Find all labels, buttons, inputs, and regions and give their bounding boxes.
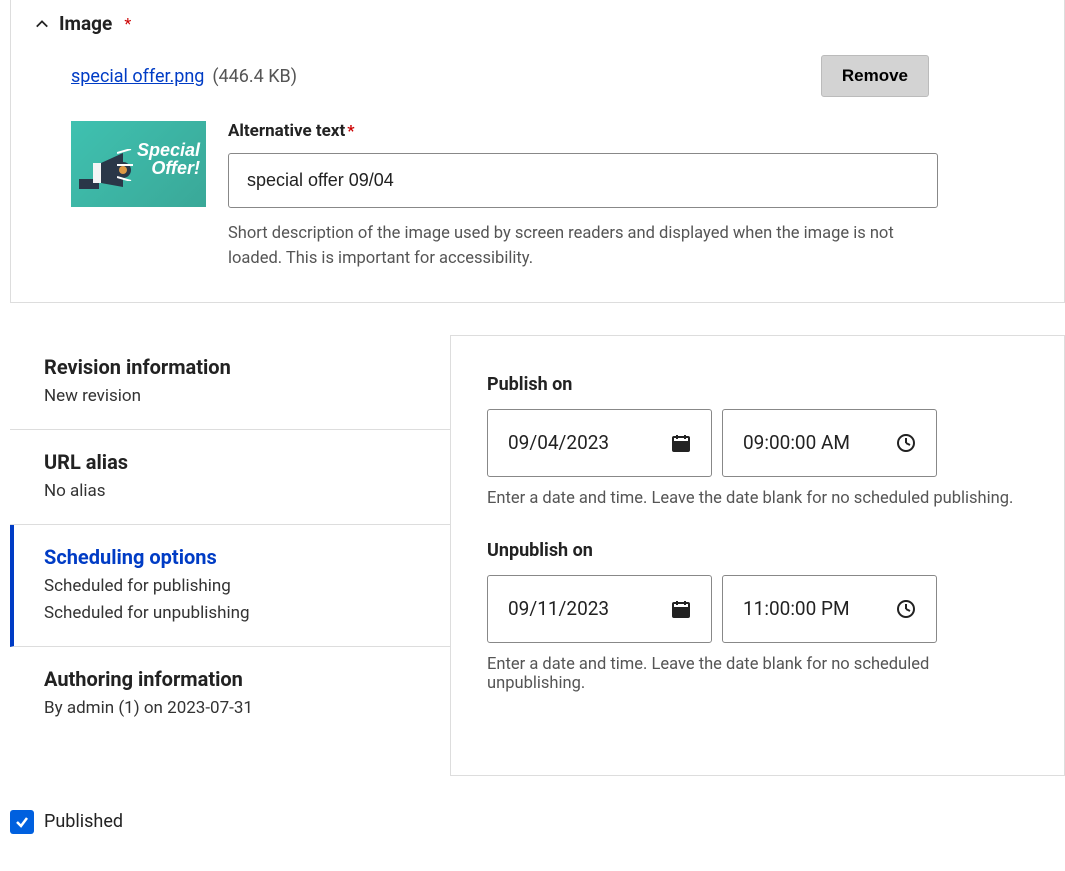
remove-button[interactable]: Remove bbox=[821, 55, 929, 97]
tab-subtitle: New revision bbox=[44, 383, 416, 409]
vertical-tabs: Revision information New revision URL al… bbox=[10, 335, 450, 742]
alt-text-label: Alternative text* bbox=[228, 121, 938, 141]
unpublish-help-text: Enter a date and time. Leave the date bl… bbox=[487, 655, 1028, 693]
tab-title: Scheduling options bbox=[44, 545, 416, 569]
tab-subtitle: Scheduled for publishing bbox=[44, 573, 416, 599]
image-section-panel: Image * special offer.png (446.4 KB) Rem… bbox=[10, 0, 1065, 303]
image-thumbnail[interactable]: Special Offer! bbox=[71, 121, 206, 207]
file-size: (446.4 KB) bbox=[212, 66, 297, 87]
unpublish-date-input[interactable]: 09/11/2023 bbox=[487, 575, 712, 643]
tab-subtitle: No alias bbox=[44, 478, 416, 504]
clock-icon bbox=[896, 433, 916, 453]
publish-time-input[interactable]: 09:00:00 AM bbox=[722, 409, 937, 477]
file-link[interactable]: special offer.png bbox=[71, 66, 204, 87]
lower-section: Revision information New revision URL al… bbox=[10, 335, 1065, 776]
tab-title: Revision information bbox=[44, 355, 416, 379]
image-section-header[interactable]: Image * bbox=[11, 0, 1064, 47]
scheduling-panel: Publish on 09/04/2023 09:00:00 AM bbox=[450, 335, 1065, 776]
unpublish-on-group: Unpublish on 09/11/2023 11:00:00 PM bbox=[487, 540, 1028, 693]
clock-icon bbox=[896, 599, 916, 619]
published-row: Published bbox=[0, 780, 1065, 864]
alt-text-group: Alternative text* Short description of t… bbox=[228, 121, 938, 272]
tab-url-alias[interactable]: URL alias No alias bbox=[10, 430, 450, 525]
tab-scheduling-options[interactable]: Scheduling options Scheduled for publish… bbox=[10, 525, 450, 647]
publish-on-group: Publish on 09/04/2023 09:00:00 AM bbox=[487, 374, 1028, 508]
publish-on-label: Publish on bbox=[487, 374, 1028, 395]
unpublish-on-label: Unpublish on bbox=[487, 540, 1028, 561]
calendar-icon bbox=[671, 433, 691, 453]
publish-help-text: Enter a date and time. Leave the date bl… bbox=[487, 489, 1028, 508]
tab-title: Authoring information bbox=[44, 667, 416, 691]
required-asterisk-icon: * bbox=[347, 121, 354, 140]
thumbnail-caption: Special Offer! bbox=[137, 141, 200, 177]
tab-subtitle: By admin (1) on 2023-07-31 bbox=[44, 695, 416, 721]
tab-title: URL alias bbox=[44, 450, 416, 474]
publish-date-input[interactable]: 09/04/2023 bbox=[487, 409, 712, 477]
tab-revision-information[interactable]: Revision information New revision bbox=[10, 335, 450, 430]
required-asterisk-icon: * bbox=[124, 14, 131, 33]
alt-text-help: Short description of the image used by s… bbox=[228, 222, 938, 272]
published-label: Published bbox=[44, 811, 123, 832]
checkmark-icon bbox=[14, 814, 30, 830]
chevron-up-icon bbox=[35, 17, 49, 31]
rays-icon bbox=[117, 149, 139, 181]
tab-authoring-information[interactable]: Authoring information By admin (1) on 20… bbox=[10, 647, 450, 741]
thumbnail-row: Special Offer! Alternative text* Short d… bbox=[11, 105, 1064, 302]
uploaded-file-row: special offer.png (446.4 KB) Remove bbox=[11, 47, 1064, 105]
calendar-icon bbox=[671, 599, 691, 619]
image-section-title: Image bbox=[59, 12, 112, 35]
unpublish-time-input[interactable]: 11:00:00 PM bbox=[722, 575, 937, 643]
published-checkbox[interactable] bbox=[10, 810, 34, 834]
tab-subtitle: Scheduled for unpublishing bbox=[44, 600, 416, 626]
alt-text-input[interactable] bbox=[228, 153, 938, 208]
